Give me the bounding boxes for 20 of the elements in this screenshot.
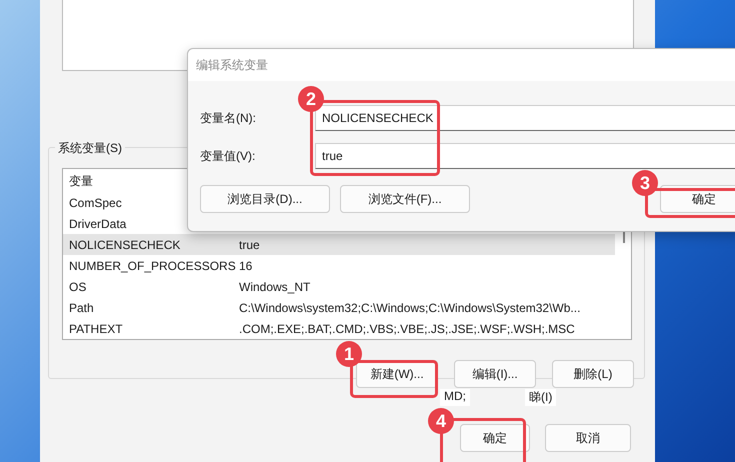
text-fragment: 睇(I) <box>525 389 556 406</box>
dialog-title: 编辑系统变量 <box>188 49 735 81</box>
browse-button[interactable]: 浏览目录(D)... <box>200 185 330 213</box>
list-row[interactable]: Path C:\Windows\system32;C:\Windows;C:\Windows\System32\Wb... <box>63 297 615 318</box>
list-row[interactable]: NOLICENSECHECK true <box>63 234 615 255</box>
action-button[interactable]: 删除(L) <box>552 360 634 388</box>
field-label: 变量值(V): <box>200 148 256 164</box>
list-row[interactable]: PATHEXT .COM;.EXE;.BAT;.CMD;.VBS;.VBE;.JS;.JSE;.WSF;.WSH;.MSC <box>63 318 615 339</box>
text-fragment: MD; <box>440 389 470 406</box>
browse-button[interactable]: 浏览文件(F)... <box>340 185 470 213</box>
list-row[interactable]: NUMBER_OF_PROCESSORS 16 <box>63 255 615 276</box>
list-row[interactable]: OS Windows_NT <box>63 276 615 297</box>
field-label: 变量名(N): <box>200 110 257 126</box>
dialog-button[interactable]: 确定 <box>460 424 530 452</box>
action-button[interactable]: 编辑(I)... <box>454 360 536 388</box>
dialog-button[interactable]: 取消 <box>545 424 631 452</box>
input-field[interactable]: true <box>315 143 735 169</box>
group-label: 系统变量(S) <box>55 140 125 157</box>
column-header: 变量 <box>69 173 94 190</box>
input-field[interactable]: NOLICENSECHECK <box>315 105 735 131</box>
